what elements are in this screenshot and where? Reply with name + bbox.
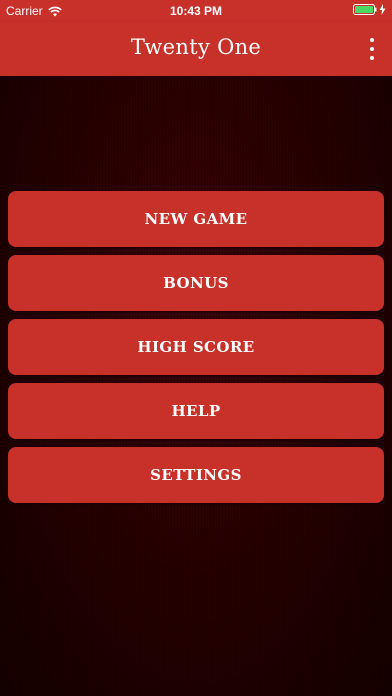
more-vertical-icon [370, 47, 374, 51]
bonus-button[interactable]: BONUS [8, 255, 384, 311]
more-vertical-icon [370, 56, 374, 60]
battery-icon [353, 4, 377, 15]
overflow-menu-button[interactable] [362, 37, 382, 61]
charging-bolt-icon [379, 4, 386, 15]
app-header: Twenty One [0, 22, 392, 76]
status-bar: Carrier 10:43 PM [0, 0, 392, 22]
new-game-button[interactable]: NEW GAME [8, 191, 384, 247]
main-content: NEW GAME BONUS HIGH SCORE HELP SETTINGS [0, 76, 392, 696]
main-menu: NEW GAME BONUS HIGH SCORE HELP SETTINGS [8, 191, 384, 511]
status-time: 10:43 PM [169, 4, 223, 18]
settings-button[interactable]: SETTINGS [8, 447, 384, 503]
more-vertical-icon [370, 38, 374, 42]
high-score-button[interactable]: HIGH SCORE [8, 319, 384, 375]
status-right [353, 4, 386, 15]
help-button[interactable]: HELP [8, 383, 384, 439]
page-title: Twenty One [130, 35, 262, 59]
